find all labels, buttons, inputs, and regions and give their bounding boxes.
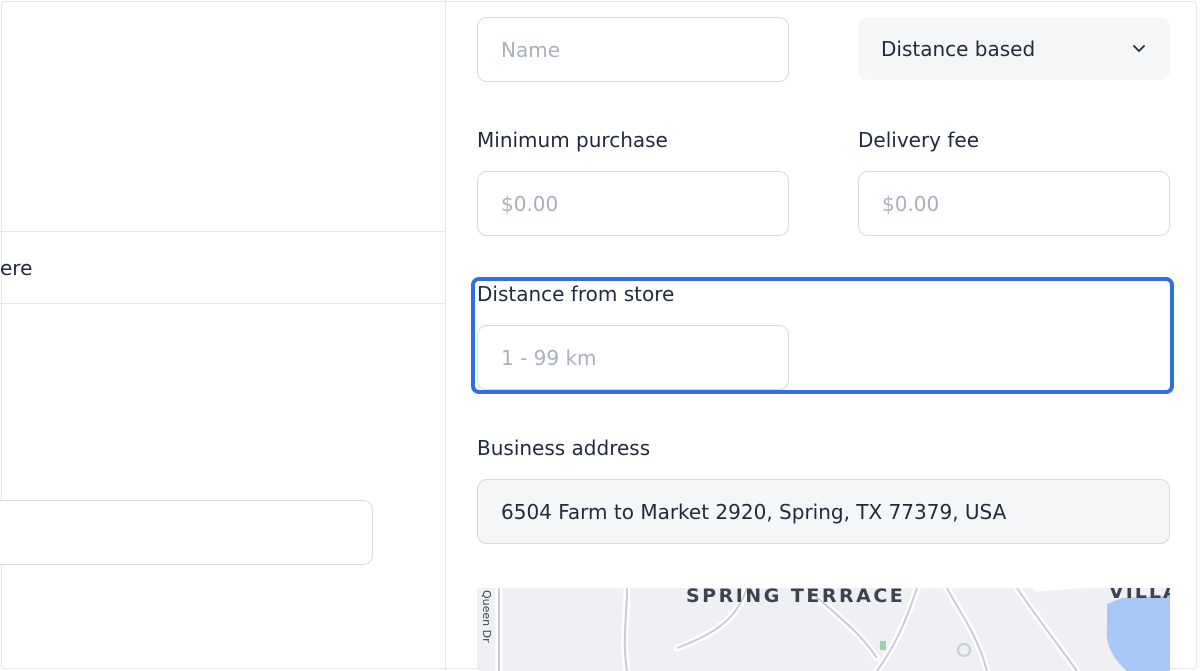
minimum-purchase-input[interactable]	[477, 171, 789, 236]
left-input-field[interactable]	[0, 500, 373, 565]
delivery-fee-label: Delivery fee	[858, 128, 980, 152]
business-address-field[interactable]: 6504 Farm to Market 2920, Spring, TX 773…	[477, 479, 1170, 544]
left-panel: ere	[0, 0, 446, 671]
business-address-value: 6504 Farm to Market 2920, Spring, TX 773…	[501, 499, 1007, 524]
map-view[interactable]: SPRING TERRACE VILLA Queen Dr	[477, 588, 1170, 671]
chevron-down-icon	[1133, 45, 1145, 52]
left-list-row[interactable]: ere	[0, 231, 446, 304]
map-street-label: Queen Dr	[480, 590, 493, 643]
map-corner-label: VILLA	[1109, 588, 1170, 603]
zone-name-input[interactable]	[477, 17, 789, 82]
business-address-label: Business address	[477, 436, 651, 460]
minimum-purchase-label: Minimum purchase	[477, 128, 668, 152]
delivery-type-value: Distance based	[881, 36, 1036, 61]
map-area-label: SPRING TERRACE	[686, 588, 906, 607]
delivery-type-select[interactable]: Distance based	[858, 17, 1170, 80]
delivery-fee-input[interactable]	[858, 171, 1170, 236]
distance-from-store-label: Distance from store	[477, 282, 675, 306]
distance-from-store-input[interactable]	[477, 325, 789, 390]
left-row-label: ere	[0, 256, 33, 280]
map-water-area	[1106, 596, 1170, 671]
